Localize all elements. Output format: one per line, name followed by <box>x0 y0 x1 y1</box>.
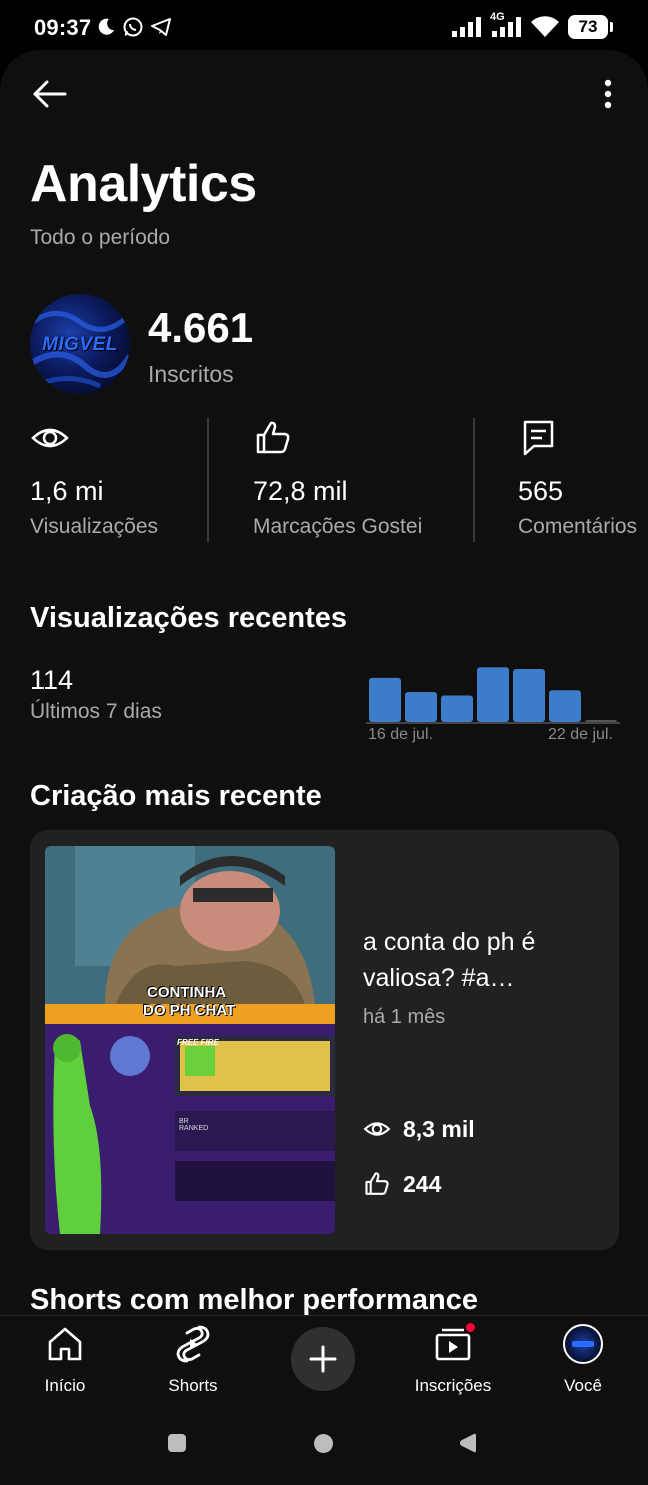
nav-home[interactable]: Início <box>10 1324 120 1404</box>
nav-you-label: Você <box>564 1376 602 1395</box>
analytics-sheet: Analytics Todo o período MIGVEL 4.661 In… <box>0 50 648 1315</box>
video-views: 8,3 mil <box>363 1115 475 1143</box>
latest-video-card[interactable]: CONTINHA DO PH CHAT FREE FIRE BR RANKED … <box>30 830 619 1250</box>
moon-icon <box>98 18 114 35</box>
chart-bar[interactable] <box>513 669 545 722</box>
metric-label: Visualizações <box>30 515 159 538</box>
metric-label: Marcações Gostei <box>253 515 423 538</box>
video-likes: 244 <box>363 1170 441 1198</box>
chart-bar[interactable] <box>585 720 617 722</box>
metric-divider <box>473 418 475 542</box>
create-button[interactable] <box>291 1327 355 1391</box>
notification-dot <box>464 1321 477 1334</box>
home-system-button[interactable] <box>314 1434 333 1453</box>
metric-value: 72,8 mil <box>253 476 348 506</box>
video-views-count: 8,3 mil <box>403 1115 475 1142</box>
page-title: Analytics <box>30 155 257 213</box>
user-avatar-icon <box>563 1324 603 1364</box>
latest-creation-heading: Criação mais recente <box>30 780 322 812</box>
video-thumbnail[interactable]: CONTINHA DO PH CHAT FREE FIRE BR RANKED <box>45 846 335 1234</box>
chart-bar[interactable] <box>549 690 581 722</box>
chart-bar[interactable] <box>405 692 437 722</box>
signal-icon <box>452 17 481 37</box>
thumbs-up-icon <box>365 1172 389 1195</box>
network-type-label: 4G <box>490 11 505 23</box>
channel-avatar: MIGVEL <box>30 294 130 394</box>
recent-views-period: Últimos 7 dias <box>30 700 162 723</box>
chart-x-tick-label: 16 de jul. <box>368 726 433 743</box>
recent-views-chart[interactable] <box>366 656 620 726</box>
system-navigation-bar <box>0 1405 648 1485</box>
telegram-icon <box>151 18 171 36</box>
recent-views-heading: Visualizações recentes <box>30 602 348 634</box>
metric-divider <box>207 418 209 542</box>
nav-shorts[interactable]: Shorts <box>138 1324 248 1404</box>
bottom-navigation: Início Shorts Inscrições Você <box>0 1315 648 1405</box>
wifi-icon <box>531 16 559 37</box>
nav-home-label: Início <box>44 1376 86 1395</box>
metric-value: 565 <box>518 476 564 506</box>
thumbnail-rank-label: BR RANKED <box>179 1118 209 1132</box>
battery-level: 73 <box>578 17 598 36</box>
video-age: há 1 mês <box>363 1006 446 1028</box>
nav-shorts-label: Shorts <box>168 1376 218 1395</box>
recent-views-value: 114 <box>30 665 74 695</box>
metric-label: Comentários <box>518 515 638 538</box>
more-options-button[interactable] <box>588 72 628 116</box>
thumbs-up-icon <box>253 418 293 458</box>
period-selector[interactable]: Todo o período <box>30 226 170 250</box>
chart-x-tick-label: 22 de jul. <box>548 726 613 743</box>
home-icon <box>45 1324 85 1364</box>
shorts-icon <box>173 1324 213 1364</box>
subscriber-count: 4.661 <box>148 304 254 351</box>
status-bar: 09:37 4G 73 <box>0 0 648 52</box>
status-time: 09:37 <box>34 15 92 40</box>
video-title[interactable]: a conta do ph é valiosa? #a… <box>363 924 603 996</box>
chart-bar[interactable] <box>441 695 473 722</box>
status-system-icons: 4G 73 <box>452 11 613 40</box>
avatar-text: MIGVEL <box>42 334 118 355</box>
back-button[interactable] <box>24 72 76 116</box>
thumbnail-game-label: FREE FIRE <box>177 1038 219 1047</box>
whatsapp-icon <box>123 17 143 37</box>
subscriber-label: Inscritos <box>148 361 234 387</box>
battery-indicator: 73 <box>568 15 613 39</box>
eye-icon <box>363 1122 391 1136</box>
plus-icon <box>309 1345 337 1373</box>
status-notification-icons <box>96 15 172 39</box>
nav-subscriptions[interactable]: Inscrições <box>398 1321 508 1404</box>
chart-bar[interactable] <box>477 667 509 722</box>
back-system-button[interactable] <box>458 1433 478 1453</box>
subscriptions-icon <box>433 1321 477 1364</box>
top-shorts-heading: Shorts com melhor performance <box>30 1284 478 1315</box>
arrow-left-icon <box>33 80 67 108</box>
thumbnail-caption: CONTINHA DO PH CHAT <box>143 984 236 1019</box>
chart-bar[interactable] <box>369 677 401 722</box>
comment-icon <box>518 418 558 458</box>
metric-value: 1,6 mi <box>30 476 104 506</box>
recents-button[interactable] <box>168 1434 186 1452</box>
nav-subscriptions-label: Inscrições <box>414 1376 492 1395</box>
eye-icon <box>30 418 70 458</box>
nav-you[interactable]: Você <box>528 1324 638 1404</box>
more-vertical-icon <box>604 79 612 109</box>
video-likes-count: 244 <box>403 1170 442 1197</box>
